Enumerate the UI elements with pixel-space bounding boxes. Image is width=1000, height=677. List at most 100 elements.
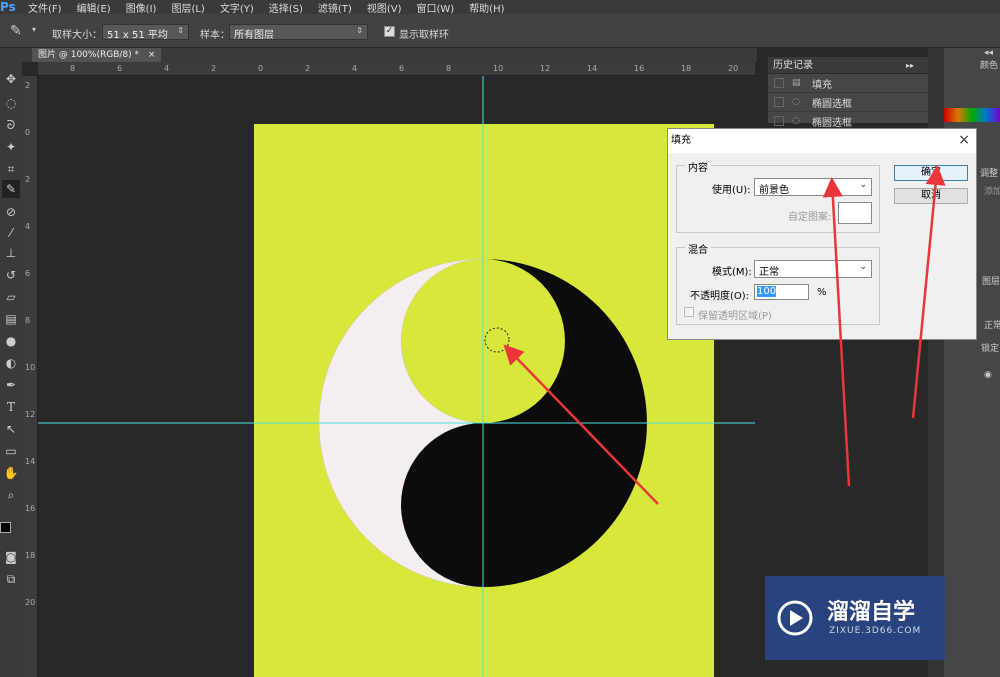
menu-filter[interactable]: 滤镜(T) — [318, 0, 352, 15]
ok-button[interactable]: 确定 — [894, 165, 968, 181]
preserve-transparency-checkbox[interactable] — [684, 307, 694, 317]
color-panel-label[interactable]: 颜色 — [980, 58, 998, 71]
adjustments-label[interactable]: 调整 — [980, 166, 998, 179]
color-ramp[interactable] — [944, 108, 1000, 122]
ruler-tick-label: 0 — [25, 128, 31, 137]
ellipse-marquee-icon: ◌ — [792, 97, 800, 107]
ruler-tick-label: 12 — [540, 64, 551, 73]
sample-select[interactable]: 所有图层 ⇕ — [229, 24, 368, 41]
eraser-tool-icon[interactable]: ▱ — [2, 288, 20, 306]
play-logo-icon — [777, 600, 813, 636]
ruler-tick-label: 2 — [25, 81, 31, 90]
history-item-label: 椭圆选框 — [812, 117, 852, 129]
history-checkbox[interactable] — [774, 97, 784, 107]
close-icon[interactable]: × — [958, 132, 970, 148]
blur-tool-icon[interactable]: ● — [2, 332, 20, 350]
visibility-eye-icon[interactable]: ◉ — [984, 370, 992, 380]
pen-tool-icon[interactable]: ✒ — [2, 376, 20, 394]
magic-wand-icon[interactable]: ✦ — [2, 138, 20, 156]
content-group-title: 内容 — [685, 159, 711, 174]
opacity-label: 不透明度(O): — [690, 291, 750, 302]
sample-label: 样本： — [200, 30, 230, 41]
history-item-label: 填充 — [812, 79, 832, 91]
ruler-tick-label: 12 — [25, 410, 36, 419]
ruler-tick-label: 6 — [25, 269, 31, 278]
screen-mode-icon[interactable]: ⧉ — [2, 570, 20, 588]
ruler-tick-label: 2 — [305, 64, 311, 73]
brush-tool-icon[interactable]: ⁄ — [2, 224, 20, 242]
quick-mask-icon[interactable]: ◙ — [2, 548, 20, 566]
horizontal-ruler: 8 6 4 2 0 2 4 6 8 10 12 14 16 18 20 — [38, 62, 755, 76]
menu-window[interactable]: 窗口(W) — [416, 0, 454, 15]
history-panel-header: 历史记录 ▸▸ — [768, 57, 928, 74]
collapse-icon[interactable]: ◂◂ — [984, 48, 993, 58]
show-ring-label: 显示取样环 — [399, 30, 449, 41]
options-bar: ✎ ▾ 取样大小： 51 x 51 平均 ⇕ 样本： 所有图层 ⇕ ✓ 显示取样… — [0, 14, 1000, 48]
crop-tool-icon[interactable]: ⌗ — [2, 160, 20, 178]
ellipse-marquee-icon: ◌ — [792, 116, 800, 126]
canvas-area[interactable] — [38, 76, 755, 677]
ruler-tick-label: 4 — [164, 64, 170, 73]
watermark-brand: 溜溜自学 — [827, 600, 916, 625]
menu-view[interactable]: 视图(V) — [367, 0, 402, 15]
opacity-value: 100 — [757, 286, 777, 297]
eyedropper-icon[interactable]: ✎ — [10, 23, 22, 39]
path-selection-icon[interactable]: ↖ — [2, 420, 20, 438]
eyedropper-tool-icon[interactable]: ✎ — [2, 180, 20, 198]
document-tab[interactable]: 图片 @ 100%(RGB/8) * × — [32, 48, 162, 62]
history-item[interactable]: ◌ 椭圆选框 — [768, 93, 928, 112]
fill-dialog: 填充 × 内容 使用(U): 前景色 ⌄ 自定图案: 混合 模式(M): 正常 … — [667, 128, 977, 340]
history-item-label: 椭圆选框 — [812, 98, 852, 110]
dodge-tool-icon[interactable]: ◐ — [2, 354, 20, 372]
foreground-color-swatch[interactable] — [0, 522, 11, 533]
ruler-tick-label: 8 — [25, 316, 31, 325]
menu-help[interactable]: 帮助(H) — [469, 0, 504, 15]
opacity-input[interactable]: 100 — [754, 284, 809, 300]
shape-tool-icon[interactable]: ▭ — [2, 442, 20, 460]
menu-select[interactable]: 选择(S) — [269, 0, 303, 15]
close-tab-icon[interactable]: × — [148, 50, 156, 60]
marquee-tool-icon[interactable]: ◌ — [2, 94, 20, 112]
blend-mode-label[interactable]: 正常 — [984, 318, 1000, 331]
sample-size-select[interactable]: 51 x 51 平均 ⇕ — [102, 24, 189, 41]
menu-file[interactable]: 文件(F) — [28, 0, 62, 15]
healing-brush-icon[interactable]: ⊘ — [2, 203, 20, 221]
ruler-tick-label: 20 — [25, 598, 36, 607]
tool-preset-chevron-icon[interactable]: ▾ — [32, 25, 36, 34]
menu-image[interactable]: 图像(I) — [126, 0, 157, 15]
history-brush-icon[interactable]: ↺ — [2, 266, 20, 284]
opacity-unit: % — [817, 287, 827, 298]
gradient-tool-icon[interactable]: ▤ — [2, 310, 20, 328]
lock-label: 锁定 — [981, 344, 1000, 354]
menu-layer[interactable]: 图层(L) — [171, 0, 204, 15]
document-tab-title: 图片 @ 100%(RGB/8) * — [38, 50, 139, 60]
cancel-button[interactable]: 取消 — [894, 188, 968, 204]
ruler-tick-label: 18 — [681, 64, 692, 73]
sample-value: 所有图层 — [234, 30, 274, 41]
history-item[interactable]: ▤ 填充 — [768, 74, 928, 93]
history-checkbox[interactable] — [774, 78, 784, 88]
mode-select[interactable]: 正常 ⌄ — [754, 260, 872, 278]
hand-tool-icon[interactable]: ✋ — [2, 464, 20, 482]
layers-label[interactable]: 图层 — [982, 274, 1000, 287]
show-ring-checkbox[interactable]: ✓ — [384, 26, 395, 37]
panel-expand-icon[interactable]: ▸▸ — [906, 57, 914, 74]
clone-stamp-icon[interactable]: ⊥ — [2, 244, 20, 262]
type-tool-icon[interactable]: T — [2, 398, 20, 416]
ruler-tick-label: 6 — [117, 64, 123, 73]
move-tool-icon[interactable]: ✥ — [2, 70, 20, 88]
history-panel: 历史记录 ▸▸ ▤ 填充 ◌ 椭圆选框 ◌ 椭圆选框 — [768, 57, 928, 131]
menu-type[interactable]: 文字(Y) — [220, 0, 254, 15]
vertical-ruler: 2 0 2 4 6 8 10 12 14 16 18 20 — [22, 76, 38, 677]
pattern-picker[interactable] — [838, 202, 872, 224]
menu-edit[interactable]: 编辑(E) — [77, 0, 111, 15]
use-label: 使用(U): — [712, 185, 751, 196]
ruler-tick-label: 16 — [25, 504, 36, 513]
dialog-title: 填充 — [671, 135, 691, 146]
history-checkbox[interactable] — [774, 116, 784, 126]
lasso-tool-icon[interactable]: ᘐ — [2, 116, 20, 134]
use-select[interactable]: 前景色 ⌄ — [754, 178, 872, 196]
sample-size-value: 51 x 51 平均 — [107, 30, 168, 41]
zoom-tool-icon[interactable]: ⌕ — [2, 486, 20, 504]
photoshop-logo: Ps — [0, 0, 16, 14]
